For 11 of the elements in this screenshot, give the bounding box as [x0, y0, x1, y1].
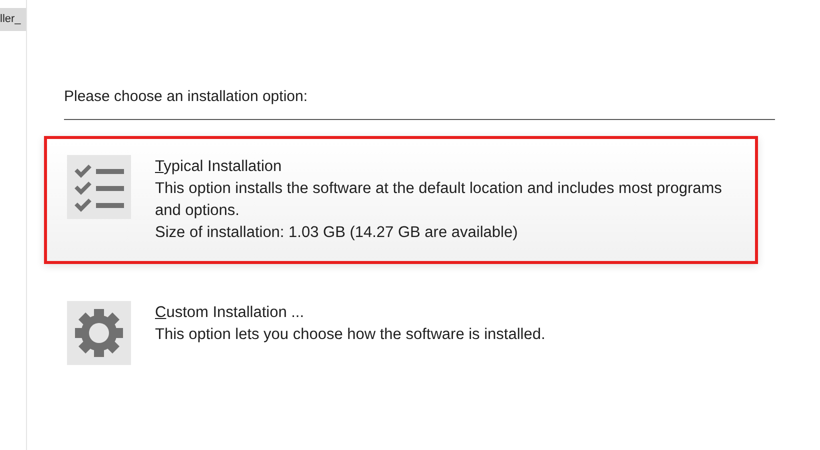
- option-description: This option lets you choose how the software is installed.: [155, 325, 546, 345]
- option-description: Size of installation: 1.03 GB (14.27 GB are available): [155, 223, 519, 243]
- installation-option[interactable]: Typical Installation This option installs the software at the default location and includes most programs and options. Size of installation: 1.03 GB (14.27 GB are available): [44, 136, 758, 264]
- heading: Please choose an installation option:: [64, 88, 309, 105]
- option-title: Typical Installation: [155, 157, 283, 177]
- option-title: Custom Installation ...: [155, 303, 306, 323]
- installation-option[interactable]: Custom Installation ... This option lets you choose how the software is installed.: [44, 282, 758, 385]
- settings-icon: [67, 301, 131, 365]
- window-tab[interactable]: ller_: [0, 8, 26, 31]
- checklist-icon: [67, 155, 131, 219]
- option-description: This option installs the software at the default location and includes most programs and options.: [155, 179, 723, 221]
